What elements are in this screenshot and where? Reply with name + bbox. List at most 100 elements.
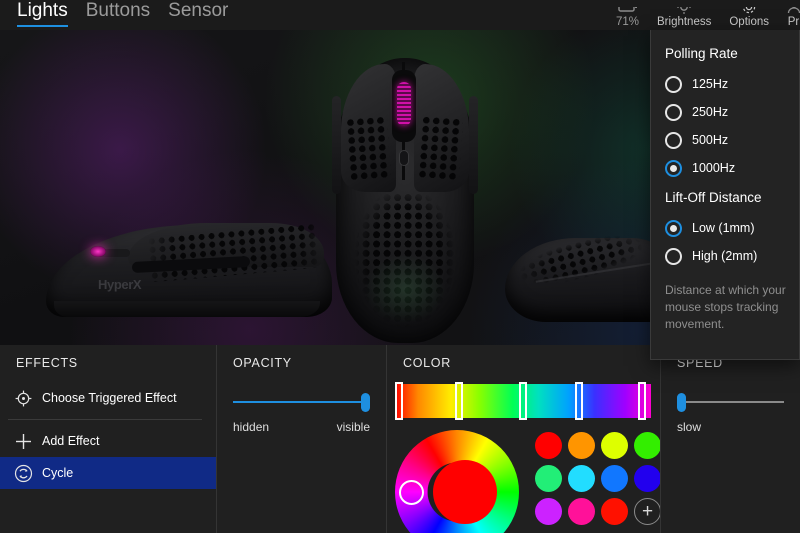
color-gradient-stop-0[interactable]: [395, 382, 403, 420]
brightness-button[interactable]: Brightness: [648, 7, 720, 30]
options-flyout-panel: Polling Rate 125Hz 250Hz 500Hz 1000Hz Li…: [650, 30, 800, 360]
mouse-internal-glow: [364, 254, 446, 324]
tab-buttons-label: Buttons: [85, 0, 151, 21]
opacity-slider-fill: [233, 401, 370, 403]
color-swatch-3[interactable]: [634, 432, 661, 459]
opacity-min-label: hidden: [233, 420, 270, 434]
speed-min-label: slow: [677, 420, 702, 434]
opacity-slider-labels: hidden visible: [233, 420, 370, 434]
color-gradient-stop-3[interactable]: [575, 382, 584, 420]
effects-item-cycle[interactable]: Cycle: [0, 457, 216, 489]
plus-icon: [8, 432, 38, 451]
speed-slider-labels: slow: [677, 420, 784, 434]
top-bar: Lights Buttons Sensor 71% Brightness Opt…: [0, 0, 800, 30]
speed-slider-track: [677, 401, 784, 403]
tab-buttons[interactable]: Buttons: [77, 0, 159, 29]
color-swatch-8[interactable]: [535, 498, 562, 525]
radio-icon-250hz: [665, 103, 682, 121]
effects-divider: [8, 419, 202, 420]
battery-status[interactable]: 71%: [607, 7, 648, 30]
hyperx-logo-text: HyperX: [98, 277, 142, 292]
color-wheel-selector-handle[interactable]: [399, 480, 424, 505]
refresh-icon: [8, 464, 38, 483]
target-icon: [8, 390, 38, 407]
tab-lights[interactable]: Lights: [8, 0, 77, 29]
radio-polling-500hz[interactable]: 500Hz: [665, 126, 799, 154]
polling-rate-title: Polling Rate: [665, 46, 738, 61]
radio-label-250hz: 250Hz: [692, 105, 729, 119]
color-swatch-6[interactable]: [601, 465, 628, 492]
speed-panel: SPEED slow: [660, 345, 800, 533]
lift-off-help-text: Distance at which your mouse stops track…: [665, 283, 786, 331]
color-panel: COLOR +: [386, 345, 661, 533]
opacity-panel: OPACITY hidden visible: [216, 345, 386, 533]
radio-liftoff-low[interactable]: Low (1mm): [665, 214, 799, 242]
profile-label: Pr: [787, 16, 800, 28]
radio-liftoff-high[interactable]: High (2mm): [665, 242, 799, 270]
tab-sensor-label: Sensor: [168, 0, 229, 21]
color-gradient-stop-1[interactable]: [455, 382, 463, 420]
radio-icon-500hz: [665, 131, 682, 149]
radio-icon-1000hz: [665, 159, 682, 177]
color-swatch-4[interactable]: [535, 465, 562, 492]
radio-polling-125hz[interactable]: 125Hz: [665, 70, 799, 98]
mouse-side-left: [332, 96, 341, 194]
color-gradient-stop-4[interactable]: [637, 382, 646, 420]
brightness-label: Brightness: [657, 16, 712, 28]
radio-label-1000hz: 1000Hz: [692, 161, 736, 175]
color-swatch-5[interactable]: [568, 465, 595, 492]
opacity-slider-thumb[interactable]: [361, 393, 370, 412]
speed-slider[interactable]: [677, 392, 784, 412]
effects-item-choose-triggered-effect[interactable]: Choose Triggered Effect: [0, 382, 216, 414]
color-swatch-9[interactable]: [568, 498, 595, 525]
radio-icon-liftoff-low: [665, 219, 682, 237]
sun-icon: [675, 7, 693, 16]
options-button[interactable]: Options: [720, 7, 778, 30]
opacity-slider[interactable]: [233, 392, 370, 412]
lift-off-distance-title: Lift-Off Distance: [665, 190, 762, 205]
radio-label-liftoff-low: Low (1mm): [692, 221, 755, 235]
color-gradient-stop-2[interactable]: [519, 382, 527, 420]
tab-lights-label: Lights: [17, 0, 68, 21]
bottom-control-bar: EFFECTS Choose Triggered Effect Add Effe…: [0, 345, 800, 533]
mouse-honeycomb-top-left: [346, 116, 392, 182]
color-gradient-bar[interactable]: [395, 382, 651, 420]
mouse-side-right: [469, 96, 478, 194]
radio-label-125hz: 125Hz: [692, 77, 729, 91]
color-swatch-grid: +: [535, 432, 664, 525]
radio-label-liftoff-high: High (2mm): [692, 249, 758, 263]
color-wheel[interactable]: [395, 430, 519, 533]
color-swatch-1[interactable]: [568, 432, 595, 459]
effects-list: Choose Triggered Effect Add Effect Cycle: [0, 382, 216, 489]
speed-slider-thumb[interactable]: [677, 393, 686, 412]
color-swatch-0[interactable]: [535, 432, 562, 459]
mouse-render-left: HyperX: [40, 215, 340, 335]
effects-item-label: Cycle: [42, 466, 74, 480]
effects-item-label: Add Effect: [42, 434, 100, 448]
options-label: Options: [729, 16, 769, 28]
mouse-render-center: [330, 58, 480, 343]
add-color-swatch-button[interactable]: +: [634, 498, 661, 525]
radio-polling-1000hz[interactable]: 1000Hz: [665, 154, 799, 182]
effects-panel: EFFECTS Choose Triggered Effect Add Effe…: [0, 345, 216, 533]
color-wheel-area: +: [387, 430, 661, 533]
mouse-honeycomb-top-right: [418, 116, 464, 182]
top-right-toolbar: 71% Brightness Options Pr: [607, 0, 800, 30]
opacity-max-label: visible: [336, 420, 370, 434]
radio-label-500hz: 500Hz: [692, 133, 729, 147]
profile-icon: [786, 7, 800, 16]
mouse-dpi-button: [399, 150, 409, 166]
battery-icon: [617, 7, 638, 16]
profile-button[interactable]: Pr: [778, 7, 800, 30]
tab-strip: Lights Buttons Sensor: [0, 0, 237, 29]
gear-icon: [740, 7, 758, 16]
tab-sensor[interactable]: Sensor: [159, 0, 237, 29]
color-swatch-10[interactable]: [601, 498, 628, 525]
app-root: Lights Buttons Sensor 71% Brightness Opt…: [0, 0, 800, 533]
radio-polling-250hz[interactable]: 250Hz: [665, 98, 799, 126]
battery-label: 71%: [615, 16, 640, 28]
mouse-left-rgb-led: [90, 246, 106, 257]
color-swatch-7[interactable]: [634, 465, 661, 492]
color-swatch-2[interactable]: [601, 432, 628, 459]
effects-item-add-effect[interactable]: Add Effect: [0, 425, 216, 457]
